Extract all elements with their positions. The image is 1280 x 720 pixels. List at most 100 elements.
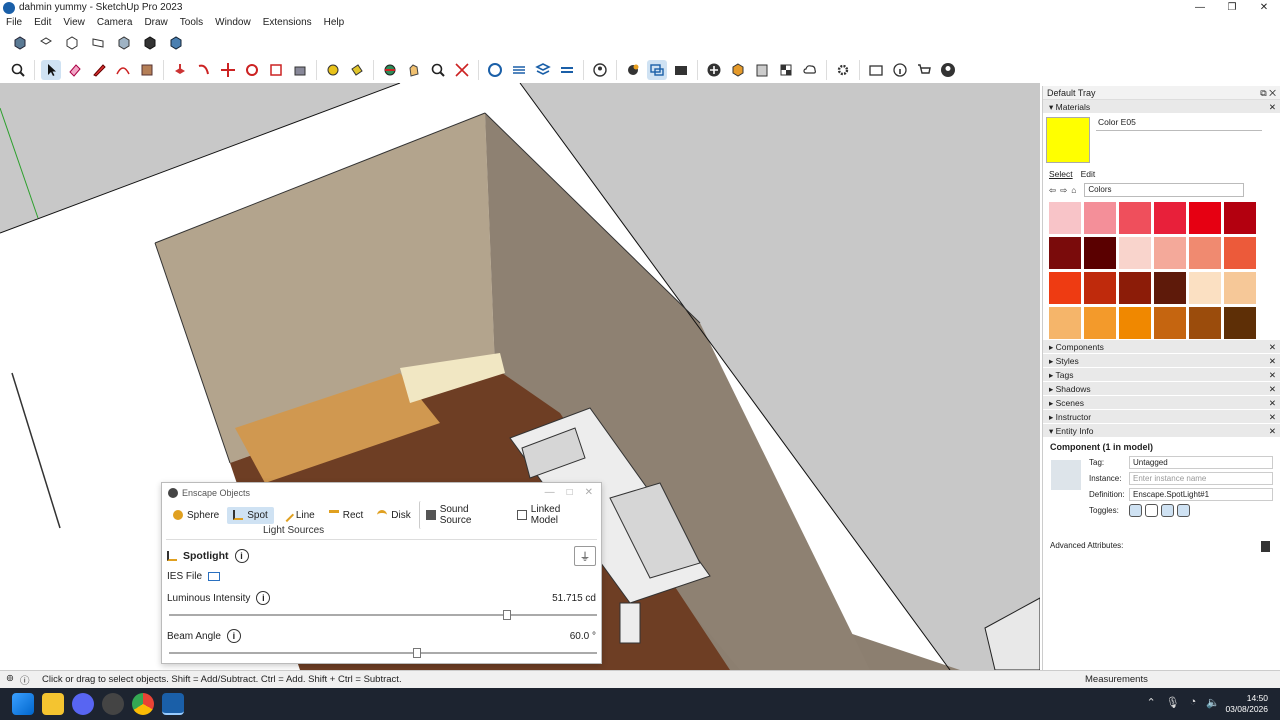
tab-sound-source[interactable]: Sound Source <box>418 501 509 529</box>
advanced-attributes-icon[interactable] <box>1261 541 1270 552</box>
instance-input[interactable]: Enter instance name <box>1129 472 1273 485</box>
panel-maximize-icon[interactable]: □ <box>567 487 573 498</box>
info-icon[interactable] <box>890 60 910 80</box>
material-swatch[interactable] <box>1084 307 1116 339</box>
entity-info-header[interactable]: ▾ Entity Info ✕ <box>1043 424 1280 438</box>
zoom-extents-icon[interactable] <box>452 60 472 80</box>
menu-view[interactable]: View <box>57 17 91 28</box>
menu-camera[interactable]: Camera <box>91 17 139 28</box>
tag-select[interactable]: Untagged <box>1129 456 1273 469</box>
home-icon[interactable]: ⌂ <box>1071 185 1076 195</box>
close-icon[interactable]: ✕ <box>1269 396 1276 410</box>
material-swatch[interactable] <box>1119 307 1151 339</box>
slider-thumb[interactable] <box>503 610 512 620</box>
material-swatch[interactable] <box>1119 237 1151 269</box>
components-header[interactable]: ▸ Components ✕ <box>1043 340 1280 354</box>
current-material-swatch[interactable] <box>1046 117 1090 163</box>
front-view-icon[interactable] <box>62 33 82 53</box>
receive-shadows-toggle-icon[interactable] <box>1177 504 1190 517</box>
tags-header[interactable]: ▸ Tags ✕ <box>1043 368 1280 382</box>
tab-rect[interactable]: Rect <box>323 507 370 524</box>
visibility-toggle-icon[interactable] <box>1129 504 1142 517</box>
arc-icon[interactable] <box>113 60 133 80</box>
material-swatch[interactable] <box>1084 237 1116 269</box>
microphone-icon[interactable]: 🎙 <box>1166 696 1180 709</box>
material-swatch[interactable] <box>1084 202 1116 234</box>
maximize-button[interactable]: ❐ <box>1216 0 1248 15</box>
checker-icon[interactable] <box>776 60 796 80</box>
menu-file[interactable]: File <box>0 17 28 28</box>
luminous-intensity-slider[interactable] <box>169 610 597 620</box>
add-icon[interactable] <box>704 60 724 80</box>
building-icon[interactable] <box>752 60 772 80</box>
info-icon[interactable]: ⓘ <box>20 673 30 687</box>
user-profile-icon[interactable] <box>938 60 958 80</box>
material-swatch[interactable] <box>1224 307 1256 339</box>
steam-icon[interactable] <box>102 693 124 715</box>
volume-icon[interactable]: 🔈 <box>1206 696 1220 709</box>
enscape-start-icon[interactable] <box>485 60 505 80</box>
push-pull-icon[interactable] <box>170 60 190 80</box>
material-swatch[interactable] <box>1154 237 1186 269</box>
move-icon[interactable] <box>218 60 238 80</box>
material-swatch[interactable] <box>1189 307 1221 339</box>
forward-arrow-icon[interactable]: ⇨ <box>1060 185 1067 196</box>
close-icon[interactable]: ✕ <box>1269 410 1276 424</box>
close-icon[interactable]: ✕ <box>1269 382 1276 396</box>
material-swatch[interactable] <box>1224 272 1256 304</box>
luminous-intensity-info-icon[interactable]: i <box>256 591 271 605</box>
tray-pin-icon[interactable]: ⧉ ✕ <box>1260 86 1276 100</box>
shaded-icon[interactable] <box>140 33 160 53</box>
material-swatch[interactable] <box>1049 272 1081 304</box>
pan-icon[interactable] <box>404 60 424 80</box>
file-explorer-icon[interactable] <box>42 693 64 715</box>
right-view-icon[interactable] <box>88 33 108 53</box>
material-swatch[interactable] <box>1154 202 1186 234</box>
library-select[interactable]: Colors <box>1084 183 1245 197</box>
tab-edit[interactable]: Edit <box>1081 169 1096 179</box>
shadows-header[interactable]: ▸ Shadows ✕ <box>1043 382 1280 396</box>
iso-view-icon[interactable] <box>10 33 30 53</box>
minimize-button[interactable]: — <box>1184 0 1216 15</box>
cart-icon[interactable] <box>914 60 934 80</box>
close-button[interactable]: ✕ <box>1248 0 1280 15</box>
material-swatch[interactable] <box>1189 237 1221 269</box>
close-icon[interactable]: ✕ <box>1269 100 1276 114</box>
zoom-icon[interactable] <box>428 60 448 80</box>
solid-inspector-icon[interactable] <box>728 60 748 80</box>
offset-icon[interactable] <box>194 60 214 80</box>
rectangle-icon[interactable] <box>137 60 157 80</box>
top-view-icon[interactable] <box>36 33 56 53</box>
xray-icon[interactable] <box>114 33 134 53</box>
instructor-header[interactable]: ▸ Instructor ✕ <box>1043 410 1280 424</box>
material-swatch[interactable] <box>1154 272 1186 304</box>
tab-linked-model[interactable]: Linked Model <box>511 501 596 529</box>
orbit-icon[interactable] <box>380 60 400 80</box>
material-swatch[interactable] <box>1049 202 1081 234</box>
slider-thumb[interactable] <box>413 648 422 658</box>
follow-me-icon[interactable] <box>290 60 310 80</box>
tab-spot[interactable]: Spot <box>227 506 274 524</box>
close-icon[interactable]: ✕ <box>1269 368 1276 382</box>
place-light-button[interactable]: ⏚ <box>574 546 596 566</box>
folder-open-icon[interactable] <box>208 571 221 581</box>
tab-select[interactable]: Select <box>1049 169 1073 179</box>
scenes-header[interactable]: ▸ Scenes ✕ <box>1043 396 1280 410</box>
beam-angle-info-icon[interactable]: i <box>226 629 241 643</box>
material-swatch[interactable] <box>1189 202 1221 234</box>
panel-close-icon[interactable]: ✕ <box>585 487 593 498</box>
menu-edit[interactable]: Edit <box>28 17 57 28</box>
enscape-sync-icon[interactable] <box>509 60 529 80</box>
select-tool-icon[interactable] <box>41 59 61 80</box>
lock-toggle-icon[interactable] <box>1145 504 1158 517</box>
windows-start-icon[interactable] <box>12 693 34 715</box>
tape-measure-icon[interactable] <box>323 60 343 80</box>
enscape-layers-icon[interactable] <box>557 60 577 80</box>
material-swatch[interactable] <box>1224 202 1256 234</box>
material-swatch[interactable] <box>1224 237 1256 269</box>
rotate-icon[interactable] <box>242 60 262 80</box>
enscape-objects-icon[interactable] <box>623 60 643 80</box>
panel-minimize-icon[interactable]: — <box>545 487 555 498</box>
material-swatch[interactable] <box>1119 272 1151 304</box>
account-icon[interactable] <box>590 60 610 80</box>
